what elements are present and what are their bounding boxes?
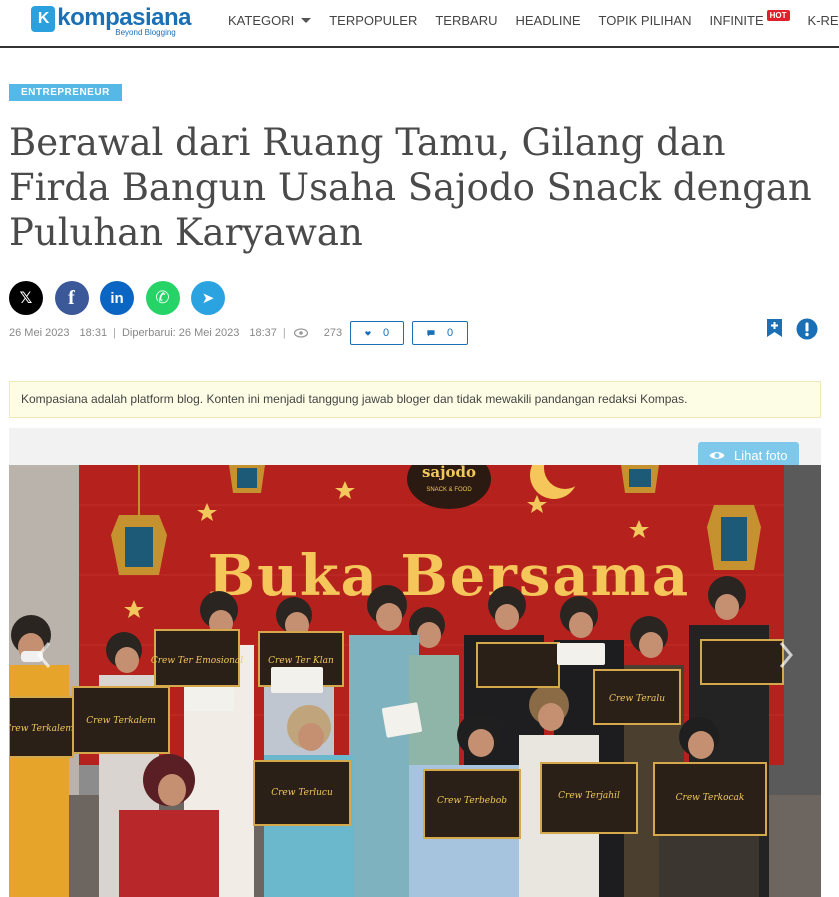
published-date: 26 Mei 2023 [9,327,70,339]
svg-text:Crew Teralu: Crew Teralu [609,694,665,704]
meta-separator: | [113,327,116,339]
svg-text:Crew Terlucu: Crew Terlucu [271,788,333,798]
nav-item-k-reward[interactable]: K-REWARD [808,13,839,28]
svg-text:Crew Ter Klan: Crew Ter Klan [268,656,334,666]
nav-menu: KATEGORI TERPOPULER TERBARU HEADLINE TOP… [228,0,839,40]
bookmark-add-icon[interactable] [766,318,783,338]
comment-count: 0 [446,327,454,339]
facebook-icon[interactable]: f [54,281,89,315]
photo-illustration: sajodo SNACK & FOOD Buka Bersama Crew Te… [9,465,821,897]
published-time: 18:31 [79,327,108,339]
logo-name: kompasiana [57,4,191,31]
eye-icon [709,452,725,459]
nav-item-topik-pilihan[interactable]: TOPIK PILIHAN [599,13,692,28]
event-photo[interactable]: sajodo SNACK & FOOD Buka Bersama Crew Te… [9,465,821,897]
whatsapp-icon[interactable]: ✆ [145,281,180,315]
article-title: Berawal dari Ruang Tamu, Gilang dan Fird… [9,121,812,254]
svg-text:Crew Ter Emosional: Crew Ter Emosional [151,656,243,666]
nav-item-terpopuler[interactable]: TERPOPULER [329,13,417,28]
svg-text:Crew Terjahil: Crew Terjahil [558,791,620,801]
top-navbar: K kompasiana Beyond Blogging KATEGORI TE… [0,0,839,48]
svg-text:SNACK & FOOD: SNACK & FOOD [426,487,472,493]
nav-item-infinite[interactable]: INFINITE HOT [709,9,790,28]
comment-button[interactable]: 0 [412,321,469,345]
comment-icon [427,329,435,336]
view-count: 273 [323,327,343,339]
nav-item-kategori[interactable]: KATEGORI [228,13,312,28]
category-badge[interactable]: ENTREPRENEUR [9,84,122,101]
svg-text:Crew Terbebob: Crew Terbebob [437,796,507,806]
nav-item-headline[interactable]: HEADLINE [515,13,580,28]
article-meta: 26 Mei 2023 18:31 | Diperbarui: 26 Mei 2… [9,321,469,345]
telegram-icon[interactable]: ➤ [191,281,225,315]
hot-badge: HOT [766,9,790,21]
article-actions [766,318,831,340]
report-icon[interactable] [796,318,818,340]
updated-time: 18:37 [249,327,277,339]
svg-text:Crew Terkocak: Crew Terkocak [676,793,745,803]
like-button[interactable]: 0 [350,321,405,345]
like-count: 0 [382,327,390,339]
logo-mark: K [31,6,56,32]
lantern-middle [229,465,265,493]
banner-text: Buka Bersama [208,543,690,609]
nav-item-terbaru[interactable]: TERBARU [435,13,497,28]
meta-separator: | [282,327,286,339]
linkedin-icon[interactable]: in [100,281,134,315]
eye-icon [293,328,308,338]
svg-text:Crew Terkalem: Crew Terkalem [9,724,74,734]
x-twitter-icon[interactable]: 𝕏 [9,281,43,315]
article-photo: Lihat foto sajodo SNACK & FOOD Buka Bers… [9,428,821,897]
svg-text:sajodo: sajodo [422,465,476,481]
updated-date: Diperbarui: 26 Mei 2023 [121,327,240,339]
svg-text:Crew Terkalem: Crew Terkalem [86,716,156,726]
disclaimer-notice: Kompasiana adalah platform blog. Konten … [9,381,821,418]
site-logo[interactable]: K kompasiana Beyond Blogging [31,6,191,42]
chevron-down-icon [301,17,312,23]
heart-icon [365,330,371,336]
share-buttons: 𝕏 f in ✆ ➤ [9,281,237,315]
